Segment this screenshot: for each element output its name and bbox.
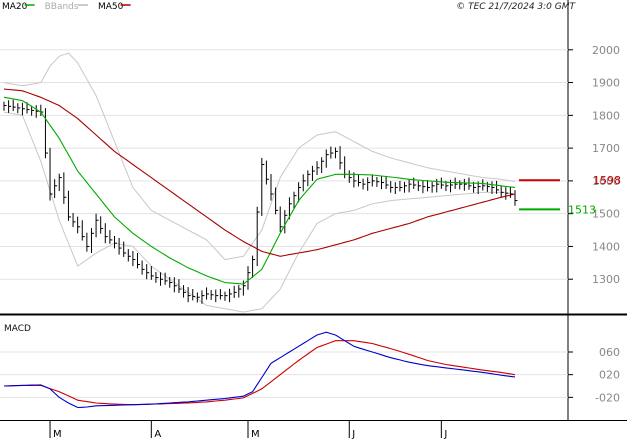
- copyright-text: © TEC 21/7/2024 3:0 GMT: [456, 2, 576, 12]
- macd-tick-label: 020: [599, 369, 620, 382]
- price-marker-label: 1598: [593, 174, 621, 187]
- price-tick-label: 1700: [592, 142, 620, 155]
- legend-label: MA20: [2, 2, 28, 12]
- price-tick-label: 1900: [592, 77, 620, 90]
- macd-tick-label: 060: [599, 346, 620, 359]
- legend: MA20 BBands MA50: [2, 2, 131, 12]
- x-tick-label: J: [351, 429, 355, 440]
- stock-chart: 1300 1400 1500 1600 1700 1800 1900 2000 1598 1513…: [0, 0, 627, 440]
- ma50-line: [3, 88, 516, 257]
- price-tick-label: 1800: [592, 109, 620, 122]
- price-marker-label: 1513: [568, 203, 596, 216]
- macd-title: MACD: [4, 324, 31, 334]
- price-tick-label: 1300: [592, 273, 620, 286]
- x-tick-label: M: [53, 429, 62, 440]
- x-tick-label: J: [443, 429, 447, 440]
- price-tick-label: 1400: [592, 240, 620, 253]
- legend-label: BBands: [45, 2, 79, 12]
- x-tick-label: A: [154, 429, 161, 440]
- bbands-upper-line: [3, 52, 516, 261]
- x-axis: MAMJJ: [0, 420, 627, 440]
- macd-tick-label: -020: [595, 391, 620, 404]
- legend-label: MA50: [98, 2, 124, 12]
- ma20-line: [3, 96, 516, 285]
- macd-signal-line: [3, 340, 516, 406]
- x-tick-label: M: [251, 429, 260, 440]
- price-tick-label: 1500: [592, 208, 620, 221]
- price-panel: 1300140015001600170018001900200015981513: [0, 0, 627, 420]
- chart-svg: 1300140015001600170018001900200015981513…: [0, 0, 627, 440]
- macd-line: [3, 331, 516, 409]
- macd-panel: -020 020 060: [0, 331, 620, 409]
- price-tick-label: 2000: [592, 44, 620, 57]
